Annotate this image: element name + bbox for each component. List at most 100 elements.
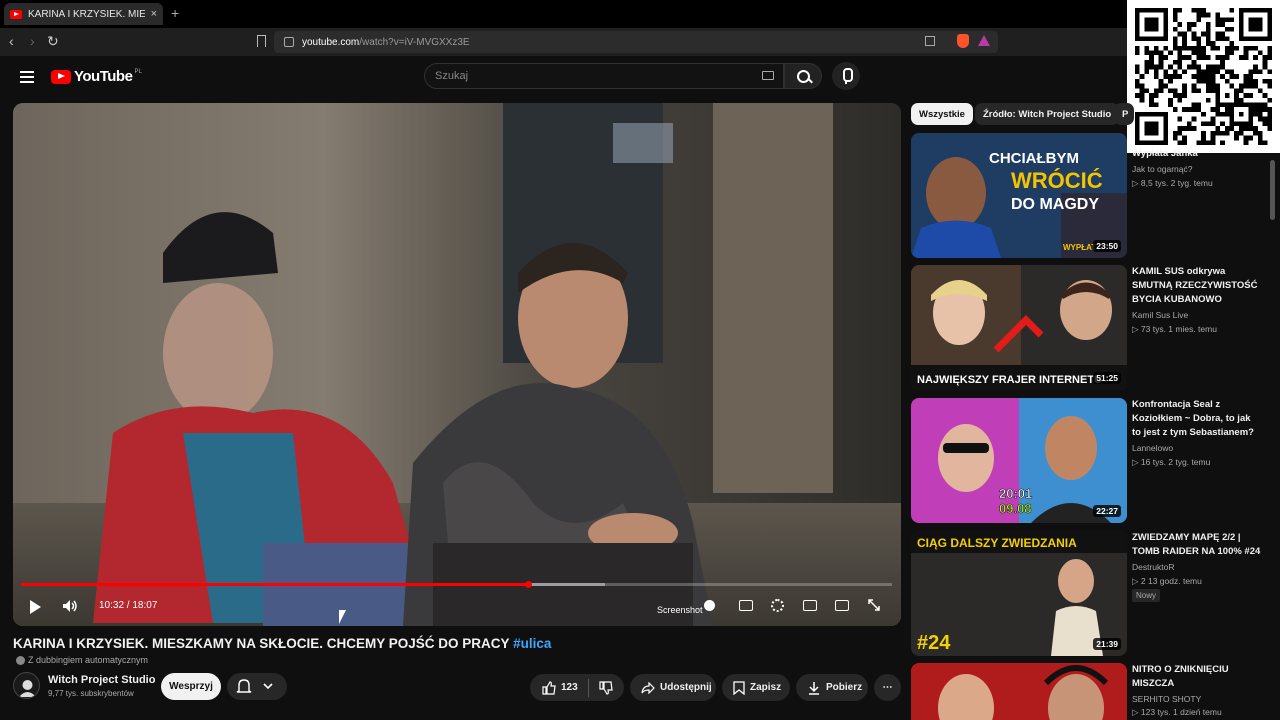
recommendation-title[interactable]: KAMIL SUS odkrywa SMUTNĄ RZECZYWISTOŚĆ B… <box>1132 265 1262 307</box>
video-title: KARINA I KRZYSIEK. MIESZKAMY NA SKŁOCIE.… <box>13 636 551 651</box>
brave-rewards-icon[interactable] <box>978 35 990 46</box>
thumb-text: WRÓCIĆ <box>1011 168 1103 193</box>
qr-code-pattern <box>1135 8 1272 145</box>
volume-icon[interactable] <box>62 599 78 613</box>
like-dislike-group: 123 <box>530 674 624 701</box>
bookmark-icon[interactable] <box>257 35 266 47</box>
recommendation-thumbnail[interactable]: 20:01 09.08 22:27 <box>911 398 1127 523</box>
back-icon[interactable]: ‹ <box>9 33 14 49</box>
thumb-text: 20:01 <box>999 486 1032 501</box>
save-label: Zapisz <box>750 682 782 693</box>
recommendation-channel[interactable]: SERHITO SHOTY <box>1132 694 1201 704</box>
like-count: 123 <box>561 682 578 693</box>
scrubber-handle[interactable] <box>524 581 532 588</box>
recommendation-title[interactable]: ZWIEDZAMY MAPĘ 2/2 | TOMB RAIDER NA 100%… <box>1132 531 1262 559</box>
save-button[interactable]: Zapisz <box>722 674 790 701</box>
thumb-badge: WYPŁAT <box>1063 243 1096 252</box>
tab-close-button[interactable]: × <box>151 8 157 20</box>
download-icon <box>809 681 819 695</box>
subtitles-icon[interactable] <box>739 600 753 611</box>
notifications-button[interactable] <box>227 673 287 700</box>
address-bar[interactable]: youtube.com/watch?v=iV-MVGXXz3E <box>274 31 998 53</box>
thumb-text: #24 <box>917 632 951 654</box>
download-button[interactable]: Pobierz <box>796 674 868 701</box>
bell-icon <box>236 679 273 693</box>
logo-text: YouTube <box>74 68 133 85</box>
play-icon[interactable] <box>30 600 41 614</box>
share-icon <box>641 681 655 694</box>
url-host: youtube.com <box>302 36 360 48</box>
progress-bar[interactable] <box>21 583 892 586</box>
pause-badge-icon[interactable] <box>704 600 715 611</box>
recommendation-title[interactable]: NITRO O ZNIKNIĘCIU MISZCZA <box>1132 663 1262 691</box>
dubbing-text: Z dubbingiem automatycznym <box>28 655 149 665</box>
forward-icon[interactable]: › <box>30 33 35 49</box>
recommendation-thumbnail[interactable]: CHCIAŁBYM WRÓCIĆ DO MAGDY WYPŁAT 23:50 <box>911 133 1127 258</box>
settings-icon[interactable] <box>771 599 784 612</box>
recommendation-thumbnail[interactable]: CIĄG DALSZY ZWIEDZANIA #24 21:39 <box>911 531 1127 656</box>
recommendation-channel[interactable]: Jak to ogarnąć? <box>1132 164 1192 174</box>
recommendation-title[interactable]: Konfrontacja Seal z Koziołkiem ~ Dobra, … <box>1132 398 1262 440</box>
search-input[interactable]: Szukaj <box>424 63 784 89</box>
screenshot-label[interactable]: Screenshot <box>657 605 703 615</box>
video-player[interactable]: 10:32 / 18:07 Screenshot <box>13 103 901 626</box>
save-icon <box>733 680 745 695</box>
recommendation-meta: ▷ 2 13 godz. temu <box>1132 576 1202 586</box>
youtube-header: YouTube PL Szukaj <box>0 56 1280 100</box>
recommendation-channel[interactable]: Kamil Sus Live <box>1132 310 1188 320</box>
mic-icon[interactable] <box>832 62 860 90</box>
fullscreen-icon[interactable] <box>868 599 880 611</box>
like-icon <box>542 680 556 695</box>
channel-avatar[interactable] <box>13 672 40 699</box>
open-external-icon[interactable] <box>925 36 935 46</box>
video-duration: 21:39 <box>1093 638 1121 650</box>
new-tab-button[interactable]: + <box>171 5 179 21</box>
chip-all[interactable]: Wszystkie <box>911 103 973 125</box>
share-label: Udostępnij <box>660 682 712 693</box>
recommendation-thumbnail[interactable] <box>911 663 1127 720</box>
recommendation-meta: ▷ 123 tys. 1 dzień temu <box>1132 707 1222 717</box>
recommendation-meta: ▷ 16 tys. 2 tyg. temu <box>1132 457 1211 467</box>
hashtag-link[interactable]: #ulica <box>513 636 551 651</box>
mouse-cursor-icon <box>339 610 346 624</box>
url-path: /watch?v=iV-MVGXXz3E <box>359 36 470 48</box>
channel-name[interactable]: Witch Project Studio <box>48 674 155 686</box>
recommendation-title[interactable]: Wypłata Janka <box>1132 147 1262 161</box>
search-button[interactable] <box>784 63 822 89</box>
like-divider <box>587 678 589 697</box>
video-duration: 51:25 <box>1093 372 1121 384</box>
cast-icon[interactable] <box>835 600 849 611</box>
thumb-text: CHCIAŁBYM <box>989 150 1079 167</box>
thumb-text: CIĄG DALSZY ZWIEDZANIA <box>917 536 1077 550</box>
brave-shield-icon[interactable] <box>957 34 969 48</box>
download-label: Pobierz <box>826 682 863 693</box>
time-display: 10:32 / 18:07 <box>99 600 158 611</box>
tab-title: KARINA I KRZYSIEK. MIESZKAMY <box>28 8 145 20</box>
played-bar <box>21 583 528 586</box>
sidebar-scrollbar[interactable] <box>1270 160 1275 220</box>
like-button[interactable]: 123 <box>542 680 578 695</box>
keyboard-icon[interactable] <box>762 71 774 80</box>
reload-icon[interactable]: ↻ <box>47 33 59 50</box>
thumb-text: NAJWIĘKSZY FRAJER INTERNETU <box>917 374 1102 386</box>
chip-source[interactable]: Źródło: Witch Project Studio <box>975 103 1120 125</box>
miniplayer-icon[interactable] <box>803 600 817 611</box>
youtube-favicon-icon <box>10 9 22 19</box>
recommendation-channel[interactable]: DestruktoR <box>1132 562 1175 572</box>
more-actions-button[interactable]: ⋯ <box>874 674 901 701</box>
qr-code <box>1127 0 1280 153</box>
support-button[interactable]: Wesprzyj <box>161 673 221 700</box>
chip-more[interactable]: P <box>1114 103 1134 125</box>
recommendation-meta: ▷ 73 tys. 1 mies. temu <box>1132 324 1217 334</box>
menu-icon[interactable] <box>20 71 34 83</box>
browser-tab-strip: KARINA I KRZYSIEK. MIESZKAMY × + <box>0 0 1280 28</box>
recommendation-meta: ▷ 8,5 tys. 2 tyg. temu <box>1132 178 1213 188</box>
dislike-icon[interactable] <box>599 680 613 695</box>
youtube-logo[interactable]: YouTube PL <box>51 68 142 85</box>
recommendation-channel[interactable]: Lannelowo <box>1132 443 1173 453</box>
new-badge: Nowy <box>1132 589 1161 602</box>
site-info-icon[interactable] <box>284 37 294 47</box>
share-button[interactable]: Udostępnij <box>630 674 716 701</box>
browser-tab[interactable]: KARINA I KRZYSIEK. MIESZKAMY × <box>4 3 163 25</box>
recommendation-thumbnail[interactable]: NAJWIĘKSZY FRAJER INTERNETU 51:25 <box>911 265 1127 390</box>
